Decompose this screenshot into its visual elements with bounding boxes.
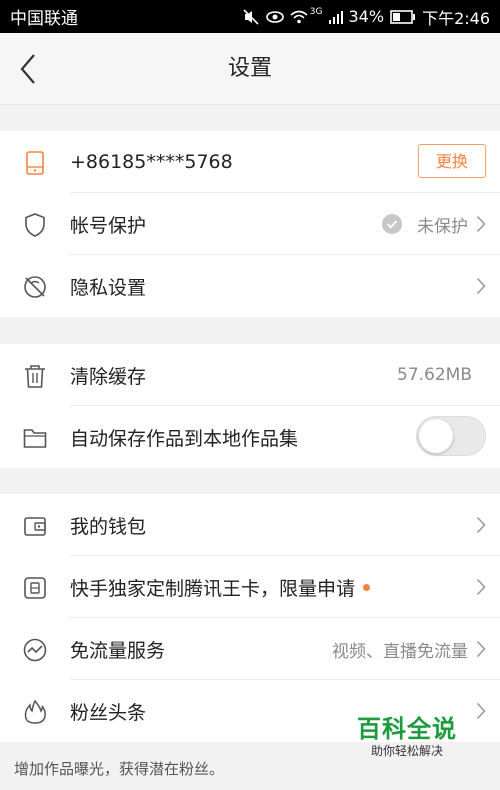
fans-headline-description: 增加作品曝光，获得潜在粉丝。 xyxy=(14,760,225,778)
free-traffic-value: 视频、直播免流量 xyxy=(332,641,468,662)
account-protection-row[interactable]: 帐号保护 未保护 xyxy=(0,193,500,255)
privacy-icon xyxy=(24,276,46,298)
flame-icon xyxy=(24,699,46,724)
status-icons: 3G 34% 下午2:46 xyxy=(242,5,490,29)
chevron-right-icon xyxy=(476,640,486,658)
shield-icon xyxy=(25,213,45,237)
battery-icon xyxy=(390,9,416,24)
watermark-subtitle: 助你轻松解决 xyxy=(370,744,443,758)
wangka-label: 快手独家定制腾讯王卡，限量申请 xyxy=(70,574,371,601)
privacy-settings-label: 隐私设置 xyxy=(70,276,147,299)
wallet-row[interactable]: 我的钱包 xyxy=(0,494,500,556)
account-protection-label: 帐号保护 xyxy=(70,214,147,237)
cache-size: 57.62MB xyxy=(397,365,472,385)
check-circle-icon xyxy=(382,214,402,234)
chevron-right-icon xyxy=(476,277,486,295)
carrier-name: 中国联通 xyxy=(10,9,78,29)
account-group: +86185****5768 更换 帐号保护 未保护 隐私设置 xyxy=(0,131,500,317)
signal-icon xyxy=(328,10,343,24)
page-title: 设置 xyxy=(227,56,272,81)
sim-card-icon xyxy=(24,577,46,599)
fans-headline-label: 粉丝头条 xyxy=(70,701,147,724)
privacy-settings-row[interactable]: 隐私设置 xyxy=(0,255,500,317)
clear-cache-label: 清除缓存 xyxy=(70,365,147,388)
phone-row: +86185****5768 更换 xyxy=(0,131,500,193)
phone-number: +86185****5768 xyxy=(70,151,233,173)
auto-save-row: 自动保存作品到本地作品集 xyxy=(0,406,500,468)
watermark-title: 百科全说 xyxy=(357,715,457,743)
wallet-icon xyxy=(24,517,46,536)
chevron-right-icon xyxy=(476,702,486,720)
auto-save-label: 自动保存作品到本地作品集 xyxy=(70,427,299,450)
protection-status: 未保护 xyxy=(417,216,468,237)
storage-group: 清除缓存 57.62MB 自动保存作品到本地作品集 xyxy=(0,344,500,468)
new-badge-dot xyxy=(363,583,371,591)
clear-cache-row[interactable]: 清除缓存 57.62MB xyxy=(0,344,500,406)
chevron-right-icon xyxy=(476,215,486,233)
phone-icon xyxy=(26,151,44,175)
toggle-knob xyxy=(419,419,453,453)
wangka-text: 快手独家定制腾讯王卡，限量申请 xyxy=(70,577,356,600)
mute-icon xyxy=(243,8,259,25)
network-type: 3G xyxy=(309,6,323,17)
change-phone-button[interactable]: 更换 xyxy=(418,144,486,178)
wangka-row[interactable]: 快手独家定制腾讯王卡，限量申请 xyxy=(0,556,500,618)
free-traffic-label: 免流量服务 xyxy=(70,639,166,662)
folder-icon xyxy=(23,429,47,448)
traffic-icon xyxy=(23,638,47,662)
wallet-label: 我的钱包 xyxy=(70,515,147,538)
eye-icon xyxy=(265,10,284,23)
clock: 下午2:46 xyxy=(422,8,490,28)
status-bar: 中国联通 3G 34% 下午2:46 xyxy=(0,0,500,33)
chevron-right-icon xyxy=(476,578,486,596)
trash-icon xyxy=(25,365,45,388)
services-group: 我的钱包 快手独家定制腾讯王卡，限量申请 免流量服务 视频、直播免流量 粉丝头条 xyxy=(0,494,500,742)
wifi-icon xyxy=(290,10,308,23)
nav-bar: 设置 xyxy=(0,33,500,105)
chevron-right-icon xyxy=(476,516,486,534)
battery-percent: 34% xyxy=(348,7,385,26)
auto-save-toggle[interactable] xyxy=(416,416,486,456)
watermark-logo: 百科全说 助你轻松解决 xyxy=(354,715,460,759)
free-traffic-row[interactable]: 免流量服务 视频、直播免流量 xyxy=(0,618,500,680)
